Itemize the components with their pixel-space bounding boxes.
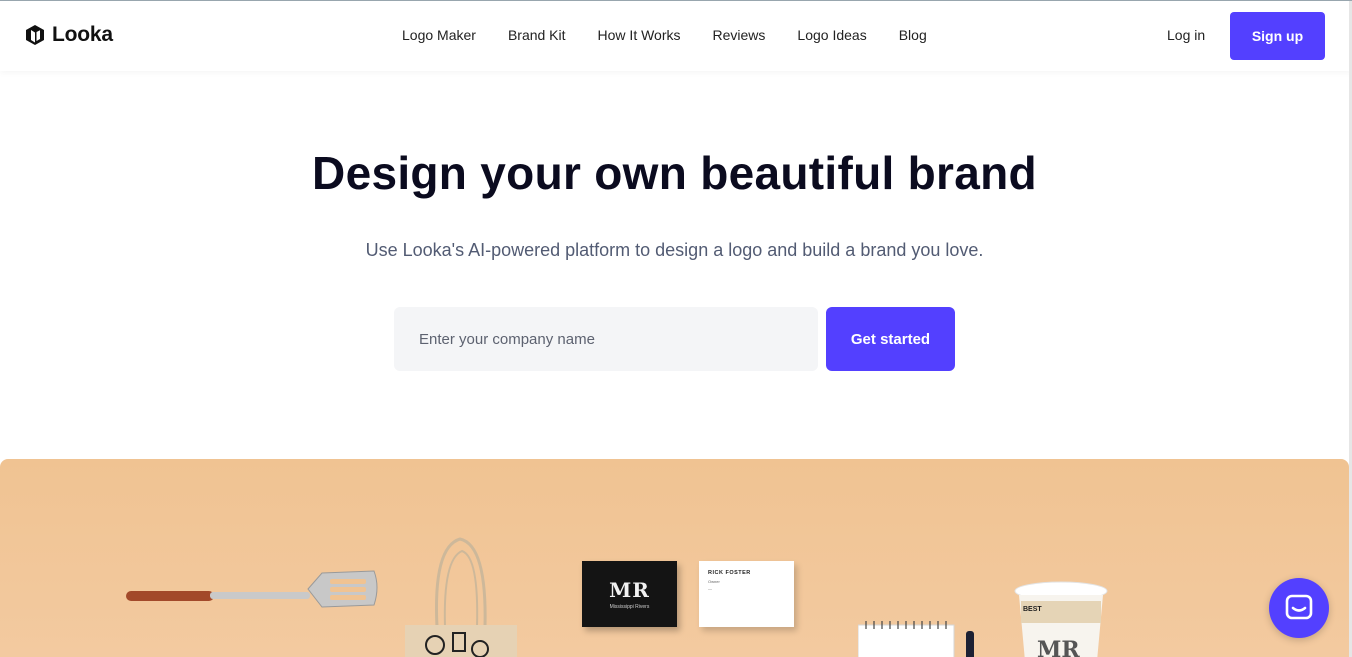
brand-logo[interactable]: Looka (24, 23, 113, 47)
card-person-role: Owner (708, 579, 720, 584)
company-name-input[interactable] (394, 307, 818, 371)
chat-icon (1285, 594, 1313, 620)
spatula-image (126, 570, 378, 608)
chat-launcher-button[interactable] (1269, 578, 1329, 638)
coffee-cup-image: BEST MR (1014, 581, 1108, 657)
nav-item-logo-ideas[interactable]: Logo Ideas (781, 27, 882, 43)
card-caption: Mississippi Rivers (609, 604, 650, 610)
cup-label: BEST (1023, 606, 1042, 613)
pen-image (966, 631, 974, 657)
brand-showcase-image: MR Mississippi Rivers RICK FOSTER Owner … (0, 459, 1349, 657)
card-person-name: RICK FOSTER (708, 570, 751, 576)
main-menu: Logo Maker Brand Kit How It Works Review… (386, 27, 943, 43)
nav-item-blog[interactable]: Blog (883, 27, 943, 43)
hero-title: Design your own beautiful brand (312, 147, 1037, 199)
card-monogram: MR (609, 578, 650, 602)
dark-business-card: MR Mississippi Rivers (582, 561, 677, 627)
looka-logo-icon (26, 25, 44, 45)
hero-subtitle: Use Looka's AI-powered platform to desig… (365, 240, 984, 260)
notebook-image (858, 621, 955, 657)
tote-bag-image (405, 537, 517, 657)
cup-monogram: MR (1037, 637, 1080, 657)
brand-name: Looka (52, 23, 113, 46)
signup-button[interactable]: Sign up (1230, 12, 1325, 60)
card-contact-line: — (708, 586, 712, 591)
top-navigation: Looka Logo Maker Brand Kit How It Works … (0, 1, 1352, 71)
nav-item-brand-kit[interactable]: Brand Kit (492, 27, 582, 43)
login-link[interactable]: Log in (1167, 27, 1205, 43)
white-business-card: RICK FOSTER Owner — (699, 561, 794, 627)
get-started-button[interactable]: Get started (826, 307, 955, 371)
nav-item-logo-maker[interactable]: Logo Maker (386, 27, 492, 43)
nav-item-how-it-works[interactable]: How It Works (582, 27, 697, 43)
nav-item-reviews[interactable]: Reviews (697, 27, 782, 43)
